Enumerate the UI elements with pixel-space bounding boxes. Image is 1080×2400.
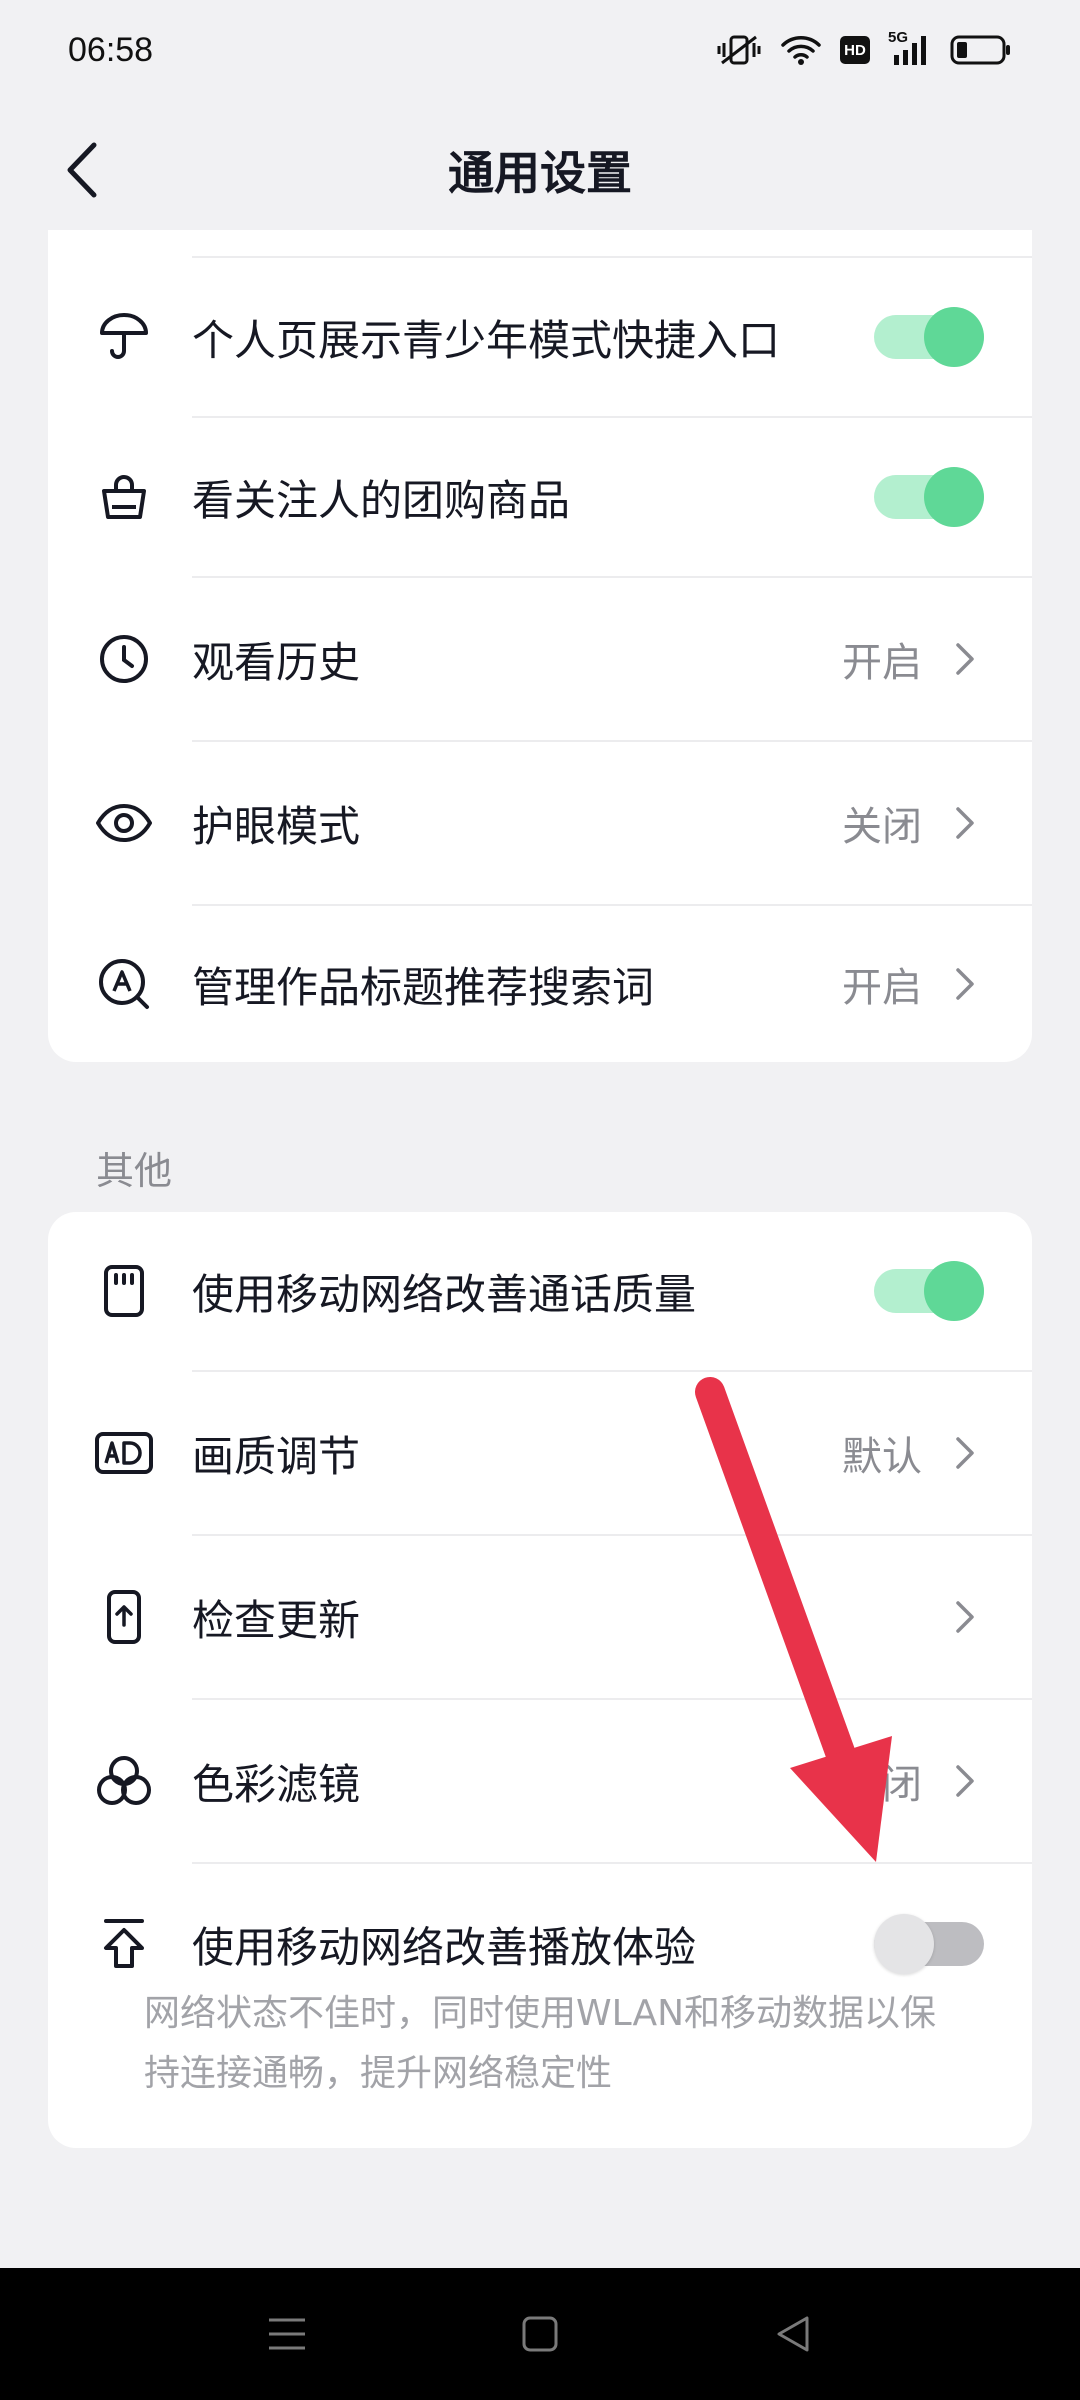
clock-icon — [94, 629, 154, 689]
toggle-switch-on[interactable] — [874, 467, 984, 527]
home-icon[interactable] — [500, 2294, 580, 2374]
setting-value: 开启 — [842, 965, 922, 1011]
nav-bar: 通用设置 — [0, 110, 1080, 230]
setting-label: 管理作品标题推荐搜索词 — [192, 962, 655, 1012]
setting-row-teen-mode-entry[interactable]: 个人页展示青少年模式快捷入口 — [48, 258, 1032, 416]
setting-label: 检查更新 — [192, 1595, 361, 1645]
upload-arrow-icon — [94, 1914, 154, 1974]
battery-icon — [950, 35, 1012, 65]
settings-card-general: 个人页展示青少年模式快捷入口 看关注人的团购商品 观看历史 开启 护眼模式 关闭 — [48, 230, 1032, 1062]
eye-icon — [94, 793, 154, 853]
setting-row-group-buy[interactable]: 看关注人的团购商品 — [48, 418, 1032, 576]
setting-value: 关闭 — [842, 804, 922, 850]
toggle-switch-on[interactable] — [874, 307, 984, 367]
setting-row-video-quality[interactable]: 画质调节 默认 — [48, 1372, 1032, 1534]
back-triangle-icon[interactable] — [753, 2294, 833, 2374]
chevron-right-icon — [950, 1433, 980, 1473]
status-time: 06:58 — [68, 30, 154, 69]
section-header-other: 其他 — [96, 1149, 173, 1193]
setting-label: 画质调节 — [192, 1431, 361, 1481]
mute-vibrate-icon — [716, 33, 762, 67]
setting-row-call-quality[interactable]: 使用移动网络改善通话质量 — [48, 1212, 1032, 1370]
toggle-switch-off[interactable] — [874, 1914, 984, 1974]
setting-row-eye-protection[interactable]: 护眼模式 关闭 — [48, 742, 1032, 904]
setting-row-watch-history[interactable]: 观看历史 开启 — [48, 578, 1032, 740]
setting-row-color-filter[interactable]: 色彩滤镜 闭 — [48, 1700, 1032, 1862]
setting-label: 看关注人的团购商品 — [192, 475, 571, 525]
page-title: 通用设置 — [448, 146, 632, 200]
chevron-left-icon — [67, 142, 97, 198]
system-navigation-bar — [0, 2268, 1080, 2400]
setting-label: 使用移动网络改善播放体验 — [192, 1922, 697, 1972]
sim-card-icon — [94, 1261, 154, 1321]
hd-badge: HD — [840, 36, 870, 64]
setting-value: 开启 — [842, 640, 922, 686]
phone-update-icon — [94, 1587, 154, 1647]
chevron-right-icon — [950, 803, 980, 843]
setting-label: 观看历史 — [192, 637, 361, 687]
chevron-right-icon — [950, 964, 980, 1004]
ad-icon — [94, 1423, 154, 1483]
umbrella-icon — [94, 307, 154, 367]
setting-label: 使用移动网络改善通话质量 — [192, 1269, 697, 1319]
status-bar: 06:58 HD 5G — [0, 0, 1080, 100]
toggle-switch-on[interactable] — [874, 1261, 984, 1321]
shopping-bag-icon — [94, 467, 154, 527]
setting-label: 个人页展示青少年模式快捷入口 — [192, 315, 781, 365]
setting-description: 网络状态不佳时，同时使用WLAN和移动数据以保持连接通畅，提升网络稳定性 — [144, 1993, 937, 2094]
color-filter-icon — [94, 1751, 154, 1811]
setting-label: 色彩滤镜 — [192, 1759, 361, 1809]
setting-value: 闭 — [882, 1762, 922, 1808]
menu-icon[interactable] — [247, 2294, 327, 2374]
setting-row-check-update[interactable]: 检查更新 — [48, 1536, 1032, 1698]
setting-value: 默认 — [842, 1434, 922, 1480]
back-button[interactable] — [44, 132, 120, 208]
chevron-right-icon — [950, 1761, 980, 1801]
status-icons: HD 5G — [716, 29, 1012, 67]
setting-label: 护眼模式 — [192, 801, 361, 851]
search-a-icon — [94, 954, 154, 1014]
signal-icon: 5G — [888, 29, 932, 67]
chevron-right-icon — [950, 1597, 980, 1637]
chevron-right-icon — [950, 639, 980, 679]
wifi-icon — [780, 33, 822, 67]
setting-row-title-search-words[interactable]: 管理作品标题推荐搜索词 开启 — [48, 906, 1032, 1062]
